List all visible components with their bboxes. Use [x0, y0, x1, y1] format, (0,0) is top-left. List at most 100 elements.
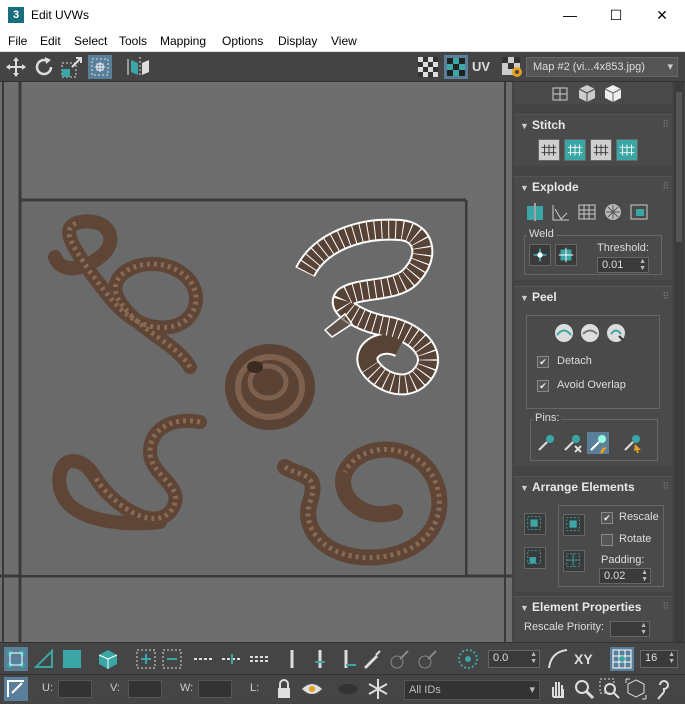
material-id-dropdown[interactable]: All IDs ▾: [404, 680, 540, 700]
avoid-overlap-checkbox[interactable]: ✔: [537, 380, 549, 392]
element-mode-icon[interactable]: [96, 647, 120, 671]
spinner-arrows-icon[interactable]: ▲ ▼: [639, 258, 646, 272]
w-field[interactable]: [198, 680, 232, 698]
stitch-source-button[interactable]: [564, 139, 586, 161]
uv-viewport[interactable]: [0, 82, 512, 642]
break-icon[interactable]: [524, 201, 546, 223]
pan-icon[interactable]: [546, 677, 570, 701]
vertex-mode-icon[interactable]: [4, 647, 28, 671]
menu-tools[interactable]: Tools: [119, 34, 147, 48]
quick-peel-icon[interactable]: [553, 322, 575, 344]
scrollbar-thumb[interactable]: [676, 92, 682, 242]
menu-mapping[interactable]: Mapping: [160, 34, 206, 48]
edge-mode-icon[interactable]: [32, 647, 56, 671]
pack-normalize-button[interactable]: [524, 513, 546, 535]
pin-select-icon[interactable]: [621, 432, 643, 454]
mirror-icon[interactable]: [128, 55, 152, 79]
u-field[interactable]: [58, 680, 92, 698]
element-properties-header[interactable]: ▼ Element Properties: [514, 597, 672, 617]
menu-options[interactable]: Options: [222, 34, 263, 48]
panel-scrollbar[interactable]: [674, 82, 684, 642]
stitch-target-button[interactable]: [616, 139, 638, 161]
ring-select-icon[interactable]: [280, 647, 304, 671]
loop-grow-icon[interactable]: [220, 647, 244, 671]
detach-checkbox[interactable]: ✔: [537, 356, 549, 368]
spinner-arrows-icon[interactable]: ▲ ▼: [640, 622, 647, 636]
ring-grow-icon[interactable]: [308, 647, 332, 671]
ring-shrink-icon[interactable]: [336, 647, 360, 671]
flatten-icon[interactable]: [602, 201, 624, 223]
falloff-curve-icon[interactable]: [546, 647, 570, 671]
rotate-icon[interactable]: [32, 55, 56, 79]
grid-split-icon[interactable]: [576, 201, 598, 223]
peel-mode-icon[interactable]: [579, 322, 601, 344]
pack-grid-button[interactable]: [563, 550, 585, 572]
stitch-custom-button[interactable]: [538, 139, 560, 161]
split-icon[interactable]: [550, 201, 572, 223]
checker-icon[interactable]: [416, 55, 440, 79]
menu-view[interactable]: View: [331, 34, 357, 48]
options-icon[interactable]: [500, 55, 524, 79]
box-icon[interactable]: [602, 82, 624, 104]
spinner-arrows-icon[interactable]: ▲ ▼: [530, 651, 537, 665]
weld-target-button[interactable]: [555, 244, 577, 266]
zoom-extents-icon[interactable]: [624, 677, 648, 701]
angle-spinner[interactable]: 0.0 ▲ ▼: [488, 650, 540, 668]
menu-edit[interactable]: Edit: [40, 34, 61, 48]
checker-texture-icon[interactable]: [444, 55, 468, 79]
rotate-checkbox[interactable]: [601, 534, 613, 546]
close-button[interactable]: ✕: [639, 0, 685, 30]
menu-display[interactable]: Display: [278, 34, 317, 48]
face-mode-icon[interactable]: [60, 647, 84, 671]
freeze-icon[interactable]: [366, 677, 390, 701]
zoom-region-icon[interactable]: [598, 677, 622, 701]
uv-canvas[interactable]: [0, 82, 512, 642]
grid-size-spinner[interactable]: 16 ▲ ▼: [640, 650, 678, 668]
v-field[interactable]: [128, 680, 162, 698]
soft-select-icon[interactable]: [456, 647, 480, 671]
pack-together-button[interactable]: [524, 547, 546, 569]
padding-spinner[interactable]: 0.02 ▲ ▼: [599, 568, 651, 584]
arrange-header[interactable]: ▼ Arrange Elements: [514, 477, 672, 497]
maximize-button[interactable]: ☐: [593, 0, 639, 30]
hide-icon[interactable]: [300, 677, 324, 701]
loop-select-icon[interactable]: [192, 647, 216, 671]
explode-header[interactable]: ▼ Explode: [514, 177, 672, 197]
element-icon[interactable]: [628, 201, 650, 223]
menu-select[interactable]: Select: [74, 34, 107, 48]
shrink-select-icon[interactable]: [160, 647, 184, 671]
spinner-arrows-icon[interactable]: ▲ ▼: [641, 569, 648, 583]
peel-header[interactable]: ▼ Peel: [514, 287, 672, 307]
paint-grow-icon[interactable]: [388, 647, 412, 671]
threshold-spinner[interactable]: 0.01 ▲ ▼: [597, 257, 649, 273]
lock-icon[interactable]: [272, 677, 296, 701]
help-icon[interactable]: [652, 677, 676, 701]
xy-toggle[interactable]: XY: [574, 647, 600, 671]
stitch-header[interactable]: ▼ Stitch: [514, 115, 672, 135]
loop-shrink-icon[interactable]: [248, 647, 272, 671]
pin-remove-icon[interactable]: [561, 432, 583, 454]
cube-icon[interactable]: [576, 82, 598, 104]
paint-select-icon[interactable]: [360, 647, 384, 671]
stitch-average-button[interactable]: [590, 139, 612, 161]
reset-peel-icon[interactable]: [605, 322, 627, 344]
grid-icon[interactable]: [550, 82, 572, 104]
grid-snap-icon[interactable]: [610, 647, 634, 671]
move-icon[interactable]: [4, 55, 28, 79]
grow-select-icon[interactable]: [134, 647, 158, 671]
spinner-arrows-icon[interactable]: ▲ ▼: [668, 651, 675, 665]
pin-add-icon[interactable]: [535, 432, 557, 454]
rescale-priority-spinner[interactable]: ▲ ▼: [610, 621, 650, 637]
freeform-icon[interactable]: [88, 55, 112, 79]
scale-icon[interactable]: [60, 55, 84, 79]
zoom-icon[interactable]: [572, 677, 596, 701]
paint-shrink-icon[interactable]: [416, 647, 440, 671]
minimize-button[interactable]: —: [547, 0, 593, 30]
rescale-checkbox[interactable]: ✔: [601, 512, 613, 524]
weld-selected-button[interactable]: [529, 244, 551, 266]
menu-file[interactable]: File: [8, 34, 27, 48]
visibility-icon[interactable]: [336, 677, 360, 701]
absolute-offset-icon[interactable]: [4, 677, 28, 701]
uv-toggle[interactable]: UV: [472, 55, 500, 79]
pack-custom-button[interactable]: [563, 514, 585, 536]
